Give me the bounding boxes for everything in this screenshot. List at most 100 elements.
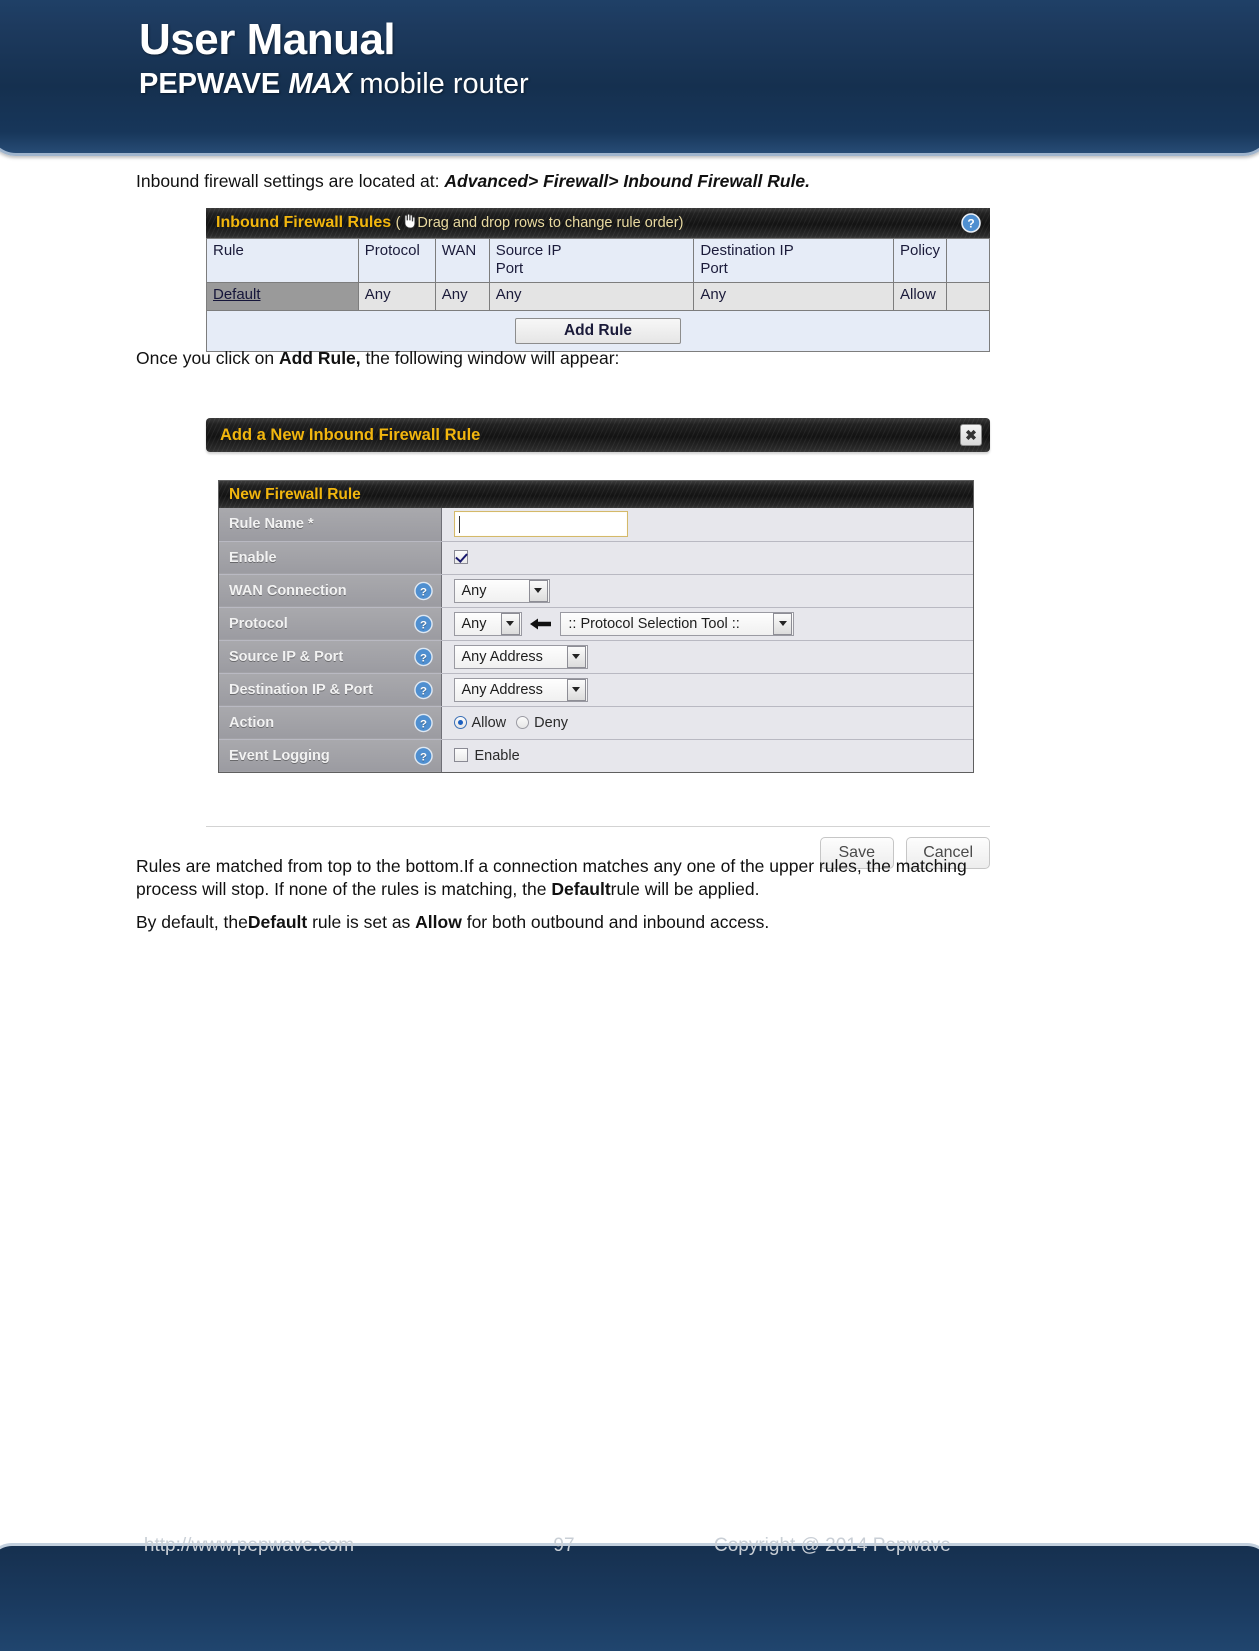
chevron-down-icon[interactable] [773, 612, 793, 635]
help-circle-icon[interactable]: ? [413, 581, 433, 600]
col-dest-ip: Destination IP [700, 242, 794, 259]
cell-destination: Any [693, 281, 895, 311]
help-circle-icon[interactable]: ? [413, 680, 433, 699]
caret-shape [534, 588, 542, 593]
source-ip-value: Any Address [461, 648, 543, 665]
caret-shape [572, 654, 580, 659]
cell-rule[interactable]: Default [206, 281, 359, 311]
label-event-logging: Event Logging ? [219, 739, 442, 772]
caret-shape [778, 621, 787, 626]
action-radio-allow[interactable] [453, 715, 467, 729]
rules-matching-paragraph: Rules are matched from top to the bottom… [136, 855, 1016, 901]
enable-checkbox[interactable] [453, 549, 468, 564]
rules-matching-bold: Default [551, 879, 611, 900]
field-row-destination-ip-port: Destination IP & Port ? Any Address [219, 673, 973, 707]
dialog-title-bar: Add a New Inbound Firewall Rule ✖ [206, 418, 990, 452]
form-fields-table: Rule Name * Enable WAN Connection ? Any … [219, 508, 973, 772]
footer-copyright: Copyright @ 2014 Pepwave [714, 1535, 951, 1556]
caret-shape [506, 621, 514, 626]
after-table-text-1: Once you click on [136, 348, 279, 368]
help-circle-icon[interactable]: ? [413, 614, 433, 633]
field-destination-ip-port: Any Address [441, 673, 973, 707]
header-text-block: User Manual PEPWAVE MAX mobile router [139, 17, 529, 100]
event-logging-checkbox[interactable] [453, 747, 468, 762]
wan-connection-value: Any [461, 582, 487, 599]
rules-panel-title: Inbound Firewall Rules [216, 214, 392, 231]
col-source: Source IP Port [488, 238, 695, 283]
chevron-down-icon[interactable] [528, 579, 548, 602]
page-header-banner: User Manual PEPWAVE MAX mobile router [0, 0, 1259, 156]
chevron-down-icon[interactable] [566, 645, 586, 668]
field-protocol: Any :: Protocol Selection Tool :: [441, 607, 973, 641]
table-body: Default Any Any Any Any Allow [206, 281, 990, 311]
add-rule-dialog: Add a New Inbound Firewall Rule ✖ [206, 418, 990, 452]
cell-wan: Any [434, 281, 490, 311]
cell-protocol: Any [357, 281, 436, 311]
label-event-logging-text: Event Logging [229, 747, 330, 764]
destination-ip-select[interactable]: Any Address [453, 677, 588, 702]
inbound-firewall-rules-panel: Inbound Firewall Rules (Drag and drop ro… [206, 208, 990, 352]
label-protocol-text: Protocol [229, 615, 288, 632]
field-rule-name [441, 508, 973, 542]
action-label-deny: Deny [534, 714, 569, 731]
col-rule: Rule [206, 238, 359, 283]
protocol-tool-value: :: Protocol Selection Tool :: [568, 615, 740, 632]
field-row-action: Action ? Allow Deny [219, 706, 973, 740]
footer-row: http://www.pepwave.com 97 Copyright @ 20… [14, 1535, 1259, 1557]
protocol-select[interactable]: Any [453, 611, 522, 636]
svg-text:?: ? [420, 718, 427, 730]
field-row-source-ip-port: Source IP & Port ? Any Address [219, 640, 973, 674]
form-title-bar: New Firewall Rule [219, 481, 973, 508]
svg-text:?: ? [420, 652, 427, 664]
add-rule-row: Add Rule [206, 310, 990, 352]
intro-path: Advanced> Firewall> Inbound Firewall Rul… [444, 171, 811, 191]
firewall-rules-table: Rule Protocol WAN Source IP Port Destinat… [206, 238, 990, 311]
table-head: Rule Protocol WAN Source IP Port Destinat… [206, 238, 990, 283]
close-icon[interactable]: ✖ [960, 424, 982, 446]
cell-source: Any [488, 281, 695, 311]
label-enable: Enable [219, 541, 442, 575]
intro-paragraph: Inbound firewall settings are located at… [136, 170, 1016, 193]
footer-url[interactable]: http://www.pepwave.com [14, 1535, 484, 1557]
protocol-selection-tool-select[interactable]: :: Protocol Selection Tool :: [560, 611, 795, 636]
add-rule-button[interactable]: Add Rule [515, 317, 681, 344]
action-radio-deny[interactable] [516, 715, 530, 729]
rule-name-input[interactable] [453, 511, 628, 538]
after-table-paragraph: Once you click on Add Rule, the followin… [136, 347, 1016, 370]
col-wan: WAN [434, 238, 490, 283]
col-actions [946, 238, 990, 283]
source-ip-select[interactable]: Any Address [453, 644, 588, 669]
text-caret [458, 516, 460, 534]
chevron-down-icon[interactable] [500, 612, 520, 635]
field-event-logging: Enable [441, 739, 973, 772]
label-source-ip-port-text: Source IP & Port [229, 648, 344, 665]
label-source-ip-port: Source IP & Port ? [219, 640, 442, 674]
chevron-down-icon[interactable] [566, 678, 586, 701]
help-circle-icon[interactable]: ? [413, 647, 433, 666]
brand-rest: mobile router [359, 67, 529, 100]
rules-panel-header: Inbound Firewall Rules (Drag and drop ro… [206, 208, 990, 238]
svg-text:?: ? [420, 619, 427, 631]
protocol-value: Any [461, 615, 487, 632]
wan-connection-select[interactable]: Any [453, 578, 550, 603]
default-rule-bold-1: Default [247, 912, 308, 932]
cell-policy: Allow [893, 281, 948, 311]
help-circle-icon[interactable]: ? [413, 746, 433, 766]
table-row[interactable]: Default Any Any Any Any Allow [206, 281, 990, 311]
after-table-text-2: the following window will appear: [360, 348, 620, 368]
field-row-rule-name: Rule Name * [219, 508, 973, 542]
col-protocol: Protocol [357, 238, 436, 283]
col-dest-port: Port [700, 260, 728, 278]
caret-shape [572, 687, 580, 692]
field-action: Allow Deny [441, 706, 973, 740]
help-circle-icon[interactable]: ? [413, 713, 433, 732]
field-wan-connection: Any [441, 574, 973, 608]
event-logging-label: Enable [474, 747, 520, 764]
field-row-wan-connection: WAN Connection ? Any [219, 574, 973, 608]
help-circle-icon[interactable]: ? [961, 213, 981, 233]
field-row-enable: Enable [219, 541, 973, 575]
action-label-allow: Allow [471, 714, 507, 731]
after-table-bold: Add Rule, [278, 348, 361, 368]
svg-text:?: ? [967, 217, 974, 231]
rule-link[interactable]: Default [213, 286, 261, 303]
